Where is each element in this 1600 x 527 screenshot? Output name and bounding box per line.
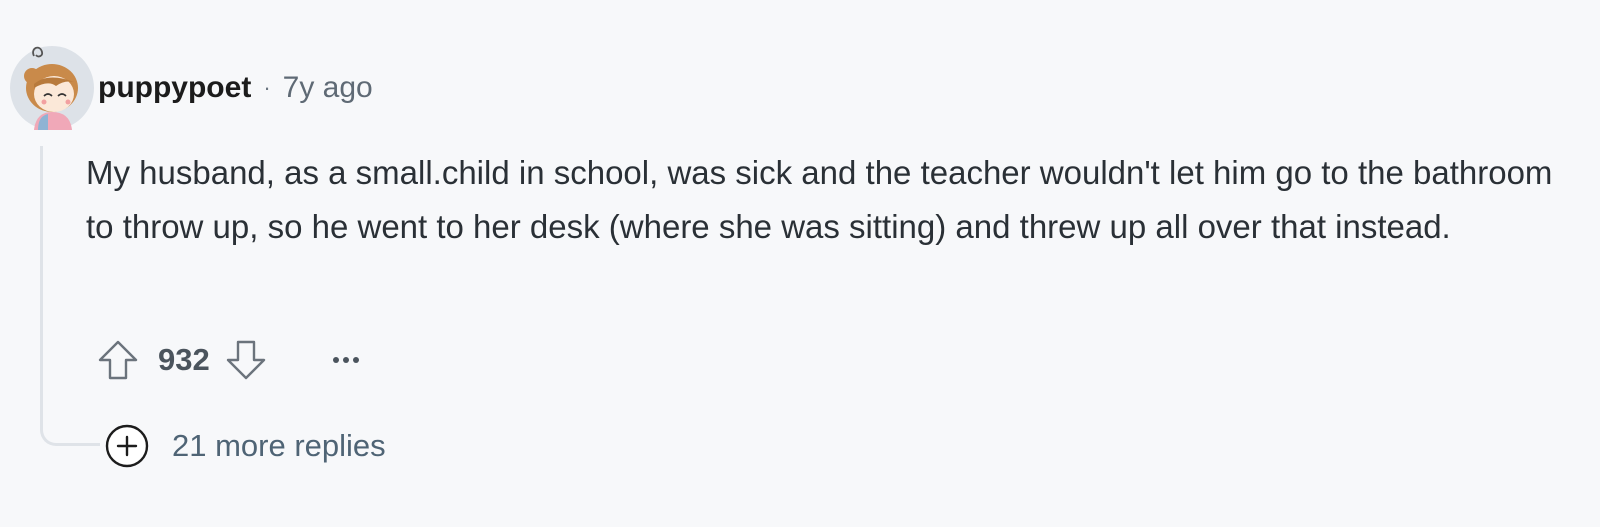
more-options-button[interactable] bbox=[326, 340, 366, 380]
comment-meta: puppypoet · 7y ago bbox=[98, 68, 373, 108]
more-replies-button[interactable]: 21 more replies bbox=[104, 422, 386, 470]
timestamp[interactable]: 7y ago bbox=[283, 71, 373, 105]
downvote-icon bbox=[226, 340, 265, 380]
downvote-button[interactable] bbox=[222, 336, 270, 384]
upvote-icon bbox=[98, 340, 138, 380]
vote-score: 932 bbox=[158, 342, 210, 377]
more-replies-label: 21 more replies bbox=[172, 428, 386, 463]
ellipsis-icon bbox=[332, 357, 359, 363]
upvote-button[interactable] bbox=[94, 336, 142, 384]
comment-actions: 932 bbox=[94, 336, 366, 384]
comment-body: My husband, as a small.child in school, … bbox=[86, 154, 1553, 245]
comment: puppypoet · 7y ago My husband, as a smal… bbox=[0, 0, 1600, 527]
meta-separator: · bbox=[263, 75, 271, 100]
avatar[interactable] bbox=[8, 42, 96, 130]
avatar-image bbox=[10, 46, 94, 130]
author-link[interactable]: puppypoet bbox=[98, 71, 251, 105]
plus-circle-icon bbox=[105, 424, 149, 468]
